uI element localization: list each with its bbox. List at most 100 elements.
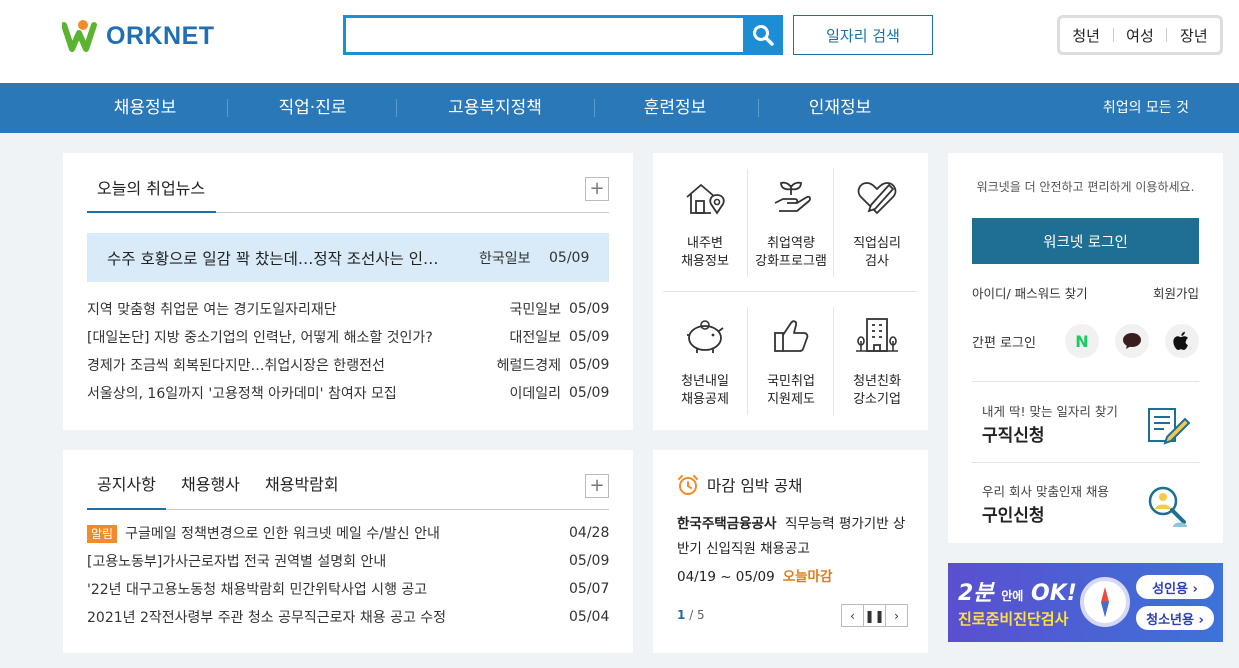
notice-more-button[interactable]: + (585, 474, 609, 498)
deadline-period-row: 04/19 ~ 05/09 오늘마감 (677, 565, 832, 585)
divider (663, 291, 918, 292)
job-seek-title: 구직신청 (982, 426, 1045, 446)
notice-title: [고용노동부]가사근로자법 전국 권역별 설명회 안내 (87, 554, 387, 570)
hand-sprout-icon (774, 181, 811, 212)
service-label: 강소기업 (853, 392, 901, 407)
career-test-banner[interactable]: 2분 안에 OK! 진로준비진단검사 성인용 › 청소년용 › (948, 563, 1223, 642)
search-input[interactable] (346, 18, 742, 52)
nav-item-training[interactable]: 훈련정보 (615, 83, 735, 133)
notice-date: 05/04 (569, 609, 610, 625)
audience-senior[interactable]: 장년 (1180, 25, 1208, 46)
recruit-subtitle: 우리 회사 맞춤인재 채용 (982, 484, 1109, 499)
prev-button[interactable]: ‹ (841, 604, 864, 627)
worknet-logo[interactable]: ORKNET (62, 16, 215, 56)
job-search-button[interactable]: 일자리 검색 (793, 15, 933, 55)
divider (227, 99, 228, 117)
services-panel: 내주변 채용정보 취업역량 강화프로그램 직업심리 검사 청년내일 채용공제 국… (653, 153, 928, 430)
news-panel: 오늘의 취업뉴스 + 수주 호황으로 일감 꽉 찼는데…정작 조선사는 인… 한… (63, 153, 633, 430)
list-item[interactable]: 경제가 조금씩 회복된다지만…취업시장은 한랭전선 헤럴드경제 05/09 (87, 351, 609, 379)
next-button[interactable]: › (885, 604, 908, 627)
news-title: [대일논단] 지방 중소기업의 인력난, 어떻게 해소할 것인가? (87, 330, 433, 346)
divider (1112, 28, 1114, 42)
news-highlight-item[interactable]: 수주 호황으로 일감 꽉 찼는데…정작 조선사는 인… 한국일보 05/09 (87, 233, 609, 282)
banner-ok: OK! (1031, 581, 1077, 606)
house-location-icon (686, 183, 725, 215)
service-career-psych-test[interactable]: 직업심리 검사 (834, 173, 920, 271)
search-button[interactable] (743, 15, 783, 55)
service-capability-program[interactable]: 취업역량 강화프로그램 (748, 173, 834, 271)
pause-button[interactable]: ❚❚ (863, 604, 886, 627)
service-national-employment-support[interactable]: 국민취업 지원제도 (748, 311, 834, 409)
service-nearby-jobs[interactable]: 내주변 채용정보 (662, 173, 748, 271)
banner-within: 안에 (1001, 589, 1024, 603)
tab-job-fair[interactable]: 채용박람회 (265, 468, 339, 510)
nav-all-employment[interactable]: 취업의 모든 것 (1103, 83, 1189, 133)
sign-up-link[interactable]: 회원가입 (1153, 283, 1199, 302)
news-source: 한국일보 (479, 250, 531, 267)
divider (972, 462, 1199, 463)
piggy-bank-icon (687, 320, 724, 353)
banner-subtitle: 진로준비진단검사 (958, 610, 1069, 628)
news-title: 지역 맞춤형 취업문 여는 경기도일자리재단 (87, 302, 337, 318)
nav-item-talent[interactable]: 인재정보 (780, 83, 900, 133)
list-item[interactable]: 지역 맞춤형 취업문 여는 경기도일자리재단 국민일보 05/09 (87, 295, 609, 323)
notice-list: 알림 구글메일 정책변경으로 인한 워크넷 메일 수/발신 안내 04/28 [고… (87, 519, 609, 631)
service-label: 취업역량 (767, 236, 815, 251)
nav-item-career[interactable]: 직업·진로 (250, 83, 375, 133)
list-item[interactable]: 서울상의, 16일까지 '고용정책 아카데미' 참여자 모집 이데일리 05/0… (87, 379, 609, 407)
banner-headline: 2분 안에 OK! (958, 575, 1077, 607)
news-source: 대전일보 (509, 330, 561, 346)
magnifier-person-icon (1148, 486, 1187, 527)
audience-youth[interactable]: 청년 (1072, 25, 1100, 46)
header: ORKNET 일자리 검색 청년 여성 장년 (0, 0, 1239, 83)
plus-icon: + (589, 178, 605, 199)
login-panel: 워크넷을 더 안전하고 편리하게 이용하세요. 워크넷 로그인 아이디/ 패스워… (948, 153, 1223, 543)
tab-recruit-events[interactable]: 채용행사 (181, 468, 240, 510)
document-pen-icon (1148, 408, 1191, 445)
find-id-password-link[interactable]: 아이디/ 패스워드 찾기 (972, 283, 1088, 302)
service-youth-friendly-sme[interactable]: 청년친화 강소기업 (834, 311, 920, 409)
list-item[interactable]: 2021년 2작전사령부 주관 청소 공무직근로자 채용 공고 수정 05/04 (87, 603, 609, 631)
service-youth-tomorrow-deduction[interactable]: 청년내일 채용공제 (662, 311, 748, 409)
naver-icon: N (1075, 331, 1089, 351)
deadline-job-link[interactable]: 한국주택금융공사 직무능력 평가기반 상반기 신입직원 채용공고 (677, 512, 912, 562)
pause-icon: ❚❚ (864, 608, 885, 623)
service-label: 국민취업 (767, 374, 815, 389)
deadline-pager: 1 / 5 (677, 608, 705, 622)
nav-item-welfare-policy[interactable]: 고용복지정책 (420, 83, 570, 133)
plus-icon: + (589, 475, 605, 496)
page-current: 1 (677, 608, 686, 622)
adult-test-button[interactable]: 성인용 › (1136, 575, 1214, 599)
news-more-button[interactable]: + (585, 177, 609, 201)
list-item[interactable]: 알림 구글메일 정책변경으로 인한 워크넷 메일 수/발신 안내 04/28 (87, 519, 609, 547)
main-nav: 채용정보 직업·진로 고용복지정책 훈련정보 인재정보 취업의 모든 것 (0, 83, 1239, 133)
service-label: 지원제도 (767, 392, 815, 407)
deadline-panel: 마감 임박 공채 한국주택금융공사 직무능력 평가기반 상반기 신입직원 채용공… (653, 450, 928, 653)
worknet-w-icon (62, 20, 97, 52)
alert-badge: 알림 (87, 525, 118, 543)
list-item[interactable]: [고용노동부]가사근로자법 전국 권역별 설명회 안내 05/09 (87, 547, 609, 575)
chevron-left-icon: ‹ (850, 608, 855, 623)
tab-notice[interactable]: 공지사항 (87, 468, 166, 510)
search-icon (753, 25, 774, 46)
service-label: 채용정보 (681, 254, 729, 269)
news-source: 헤럴드경제 (496, 358, 561, 374)
list-item[interactable]: '22년 대구고용노동청 채용박람회 민간위탁사업 시행 공고 05/07 (87, 575, 609, 603)
kakao-login-button[interactable] (1115, 324, 1149, 358)
apple-icon (1173, 331, 1188, 350)
deadline-period: 04/19 ~ 05/09 (677, 569, 775, 585)
list-item[interactable]: [대일논단] 지방 중소기업의 인력난, 어떻게 해소할 것인가? 대전일보 0… (87, 323, 609, 351)
news-date: 05/09 (569, 385, 610, 401)
pager-controls: ‹ ❚❚ › (841, 604, 908, 627)
news-title: 서울상의, 16일까지 '고용정책 아카데미' 참여자 모집 (87, 386, 397, 402)
nav-item-jobs[interactable]: 채용정보 (85, 83, 205, 133)
worknet-login-button[interactable]: 워크넷 로그인 (972, 218, 1199, 264)
tab-today-news[interactable]: 오늘의 취업뉴스 (87, 173, 216, 213)
apple-login-button[interactable] (1165, 324, 1199, 358)
service-label: 청년친화 (853, 374, 901, 389)
notice-date: 04/28 (569, 525, 610, 541)
youth-test-button[interactable]: 청소년용 › (1136, 606, 1214, 630)
audience-women[interactable]: 여성 (1126, 25, 1154, 46)
naver-login-button[interactable]: N (1065, 324, 1099, 358)
banner-two-minutes: 2분 (958, 581, 994, 606)
